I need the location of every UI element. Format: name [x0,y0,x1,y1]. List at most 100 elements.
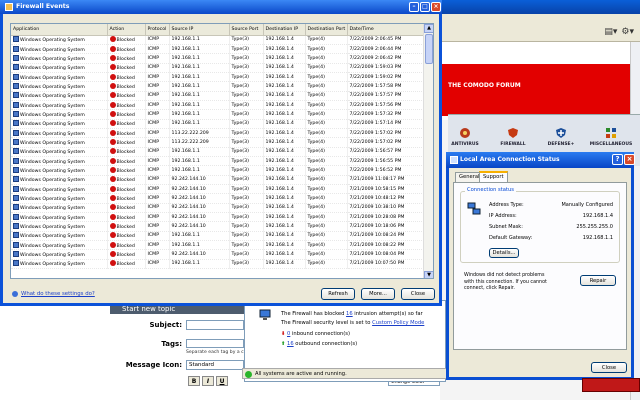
cell-source-ip: 92.242.144.10 [169,175,230,186]
cell-source-port-text: Type(3) [231,214,249,220]
cell-source-ip: 92.242.144.10 [169,249,230,260]
gear-icon[interactable]: ⚙▾ [621,27,634,37]
table-row[interactable]: Windows Operating System Blocked ICMP 192.1… [11,109,425,120]
table-row[interactable]: Windows Operating System Blocked ICMP 92.24… [11,184,425,195]
help-icon[interactable]: ? [612,154,623,165]
close-button[interactable]: Close [591,362,627,373]
table-row[interactable]: Windows Operating System Blocked ICMP 192.1… [11,91,425,101]
blocked-count-link[interactable]: 16 [346,311,353,317]
scroll-up-icon[interactable]: ▲ [424,24,433,33]
application-icon [13,232,19,239]
table-row[interactable]: Windows Operating System Blocked ICMP 92.24… [11,203,425,214]
table-row[interactable]: Windows Operating System Blocked ICMP 192.1… [11,81,425,92]
cell-source-port-text: Type(3) [231,65,249,71]
cell-action-text: Blocked [116,66,135,72]
application-icon [13,241,19,248]
table-row[interactable]: Windows Operating System Blocked ICMP 92.24… [11,221,425,232]
inbound-count-link[interactable]: 0 [287,331,290,337]
events-list[interactable]: Application Action Protocol Source IP So… [10,23,434,279]
lan-titlebar[interactable]: Local Area Connection Status ? × [446,152,635,168]
tab-support[interactable]: Support [479,171,508,182]
comodo-firewall[interactable]: FIREWALL [490,127,536,147]
cell-destination-port-text: Type(4) [307,205,325,211]
comodo-defense[interactable]: DEFENSE+ [538,127,584,147]
cell-destination-port: Type(4) [305,44,348,55]
cell-source-port: Type(3) [229,165,264,176]
cell-action-text: Blocked [116,215,135,221]
cell-application: Windows Operating System [11,156,108,167]
table-row[interactable]: Windows Operating System Blocked ICMP 192.1… [11,147,425,157]
comodo-miscellaneous[interactable]: MISCELLANEOUS [588,127,634,147]
comodo-antivirus[interactable]: ANTIVIRUS [442,127,488,147]
col-application[interactable]: Application [11,24,108,36]
maximize-icon[interactable]: □ [420,2,430,12]
table-row[interactable]: Windows Operating System Blocked ICMP 192.1… [11,119,425,129]
help-link[interactable]: What do these settings do? [12,291,95,297]
table-row[interactable]: Windows Operating System Blocked ICMP 192.1… [11,100,425,111]
message-icon-select[interactable]: Standard [186,360,244,370]
page-icon[interactable]: ▤▾ [604,27,617,37]
cell-date-time: 7/21/2009 10:08:24 PM [347,231,425,242]
table-row[interactable]: Windows Operating System Blocked ICMP 192.1… [11,44,425,55]
tags-input[interactable] [186,339,244,348]
table-row[interactable]: Windows Operating System Blocked ICMP 192.1… [11,35,425,45]
col-source-port[interactable]: Source Port [229,24,264,36]
cell-destination-ip: 192.168.1.4 [263,203,306,214]
col-date-time[interactable]: Date/Time [347,24,425,36]
table-row[interactable]: Windows Operating System Blocked ICMP 192.1… [11,156,425,167]
firewall-events-window: Firewall Events – □ × Application Action… [0,0,442,306]
col-destination-ip[interactable]: Destination IP [263,24,306,36]
minimize-icon[interactable]: – [409,2,419,12]
table-row[interactable]: Windows Operating System Blocked ICMP 92.24… [11,212,425,223]
close-window-button[interactable]: Close [401,288,435,300]
events-scrollbar[interactable]: ▲ ▼ [423,24,433,278]
table-row[interactable]: Windows Operating System Blocked ICMP 113.2… [11,137,425,148]
table-header-row: Application Action Protocol Source IP So… [11,24,425,36]
close-icon[interactable]: × [624,154,635,165]
cell-date-time-text: 7/21/2009 10:08:24 PM [349,233,405,239]
cell-destination-port-text: Type(4) [307,121,325,127]
security-level-link[interactable]: Custom Policy Mode [372,320,424,326]
repair-button[interactable]: Repair [580,275,616,286]
cell-action-text: Blocked [116,75,135,81]
table-row[interactable]: Windows Operating System Blocked ICMP 192.1… [11,72,425,83]
col-destination-port[interactable]: Destination Port [305,24,348,36]
cell-destination-ip: 192.168.1.4 [263,231,306,242]
col-protocol[interactable]: Protocol [145,24,170,36]
table-row[interactable]: Windows Operating System Blocked ICMP 92.24… [11,193,425,204]
table-row[interactable]: Windows Operating System Blocked ICMP 192.1… [11,165,425,176]
bold-button[interactable]: B [188,376,200,386]
details-button[interactable]: Details... [489,248,519,258]
cell-action: Blocked [107,63,146,73]
cell-source-ip-text: 192.168.1.1 [171,74,200,80]
italic-button[interactable]: I [202,376,214,386]
outbound-count-link[interactable]: 16 [287,341,294,347]
table-row[interactable]: Windows Operating System Blocked ICMP 192.1… [11,63,425,73]
cell-protocol-text: ICMP [147,74,160,80]
col-source-ip[interactable]: Source IP [169,24,230,36]
table-row[interactable]: Windows Operating System Blocked ICMP 92.24… [11,175,425,186]
firewall-titlebar[interactable]: Firewall Events – □ × [0,0,442,14]
cell-action: Blocked [107,147,146,157]
table-row[interactable]: Windows Operating System Blocked ICMP 192.1… [11,231,425,242]
blocked-icon [109,232,116,239]
table-row[interactable]: Windows Operating System Blocked ICMP 192.1… [11,53,425,64]
close-icon[interactable]: × [431,2,441,12]
more-button[interactable]: More... [361,288,395,300]
table-row[interactable]: Windows Operating System Blocked ICMP 113.2… [11,128,425,139]
subject-input[interactable] [186,320,244,330]
blocked-icon [109,101,116,108]
cell-application-text: Windows Operating System [20,262,85,268]
table-row[interactable]: Windows Operating System Blocked ICMP 92.24… [11,249,425,260]
scroll-thumb[interactable] [425,34,433,64]
cell-application: Windows Operating System [11,81,108,92]
table-row[interactable]: Windows Operating System Blocked ICMP 192.1… [11,240,425,251]
scroll-down-icon[interactable]: ▼ [424,271,433,278]
col-action[interactable]: Action [107,24,146,36]
refresh-button[interactable]: Refresh [321,288,355,300]
cell-destination-ip: 192.168.1.4 [263,137,306,148]
cell-date-time: 7/21/2009 10:58:15 PM [347,184,425,195]
table-row[interactable]: Windows Operating System Blocked ICMP 192.1… [11,259,425,270]
cell-action: Blocked [107,203,146,214]
underline-button[interactable]: U [216,376,228,386]
